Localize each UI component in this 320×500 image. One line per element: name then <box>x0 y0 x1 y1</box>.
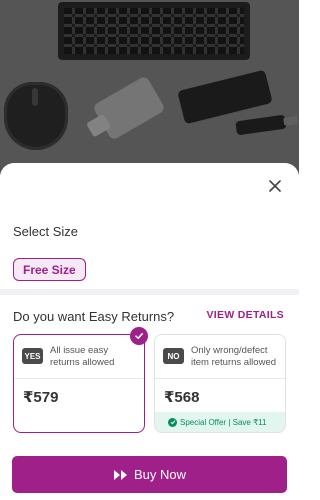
buy-now-label: Buy Now <box>133 467 187 482</box>
offer-check-icon <box>168 417 177 427</box>
double-chevron-right-icon <box>113 469 129 481</box>
return-option-yes[interactable]: YES All issue easy returns allowed ₹579 <box>13 334 145 433</box>
special-offer-banner: Special Offer | Save ₹11 <box>155 412 285 432</box>
no-tag: NO <box>163 348 184 364</box>
section-divider <box>0 289 299 295</box>
buy-now-button[interactable]: Buy Now <box>12 456 287 493</box>
return-option-description: Only wrong/defect item returns allowed <box>191 345 277 368</box>
special-offer-text: Special Offer | Save ₹11 <box>180 417 267 427</box>
size-chip-free-size[interactable]: Free Size <box>13 258 86 281</box>
return-option-description: All issue easy returns allowed <box>50 345 115 368</box>
close-icon[interactable] <box>265 176 285 196</box>
return-option-price: ₹568 <box>164 389 200 406</box>
yes-tag: YES <box>22 348 43 364</box>
view-details-link[interactable]: VIEW DETAILS <box>207 309 285 321</box>
select-size-title: Select Size <box>13 224 79 239</box>
selected-check-icon <box>130 327 148 345</box>
return-option-no[interactable]: NO Only wrong/defect item returns allowe… <box>154 334 286 433</box>
modal-overlay[interactable] <box>0 0 299 175</box>
return-option-price: ₹579 <box>23 389 59 406</box>
size-bottom-sheet: Select Size Free Size Do you want Easy R… <box>0 163 299 500</box>
product-image-backdrop <box>0 0 299 175</box>
easy-returns-question: Do you want Easy Returns? <box>13 309 175 324</box>
